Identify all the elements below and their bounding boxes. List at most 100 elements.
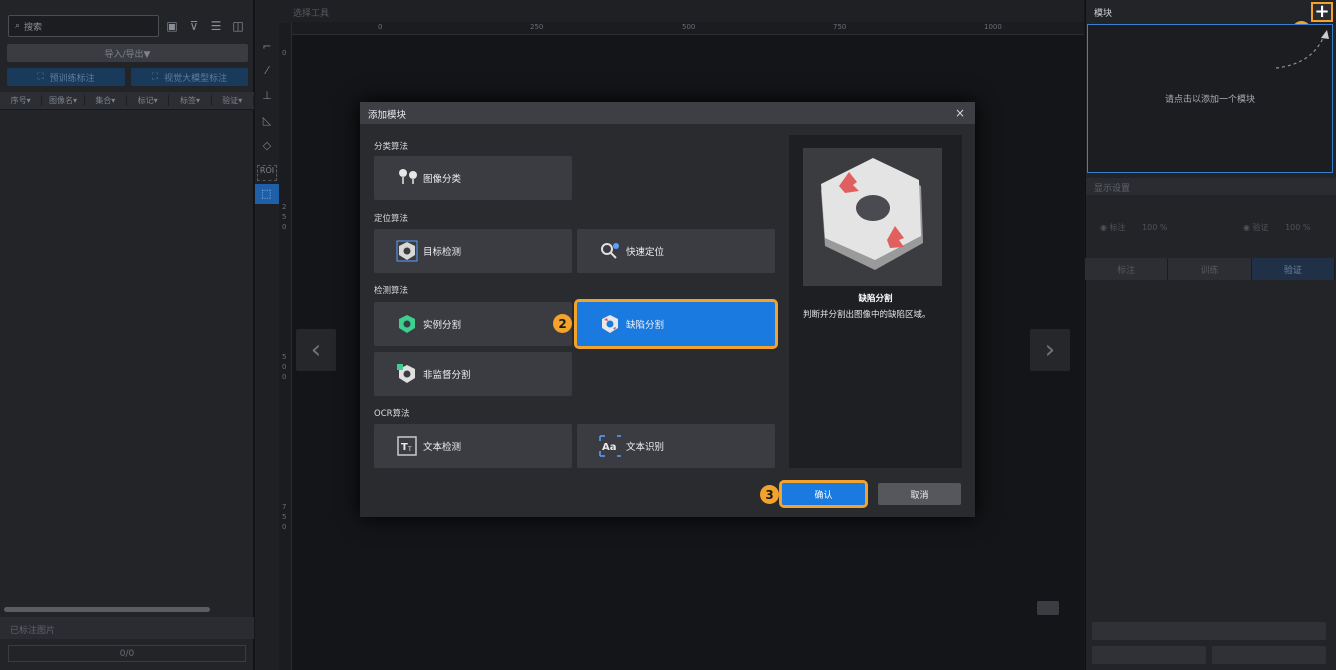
vision-model-label-button[interactable]: ⛶ 视觉大模型标注 [131, 68, 248, 86]
ruler-mark: 250 [530, 23, 544, 31]
ruler-mark: 0 [282, 363, 287, 371]
pretrain-label-text: 预训练标注 [49, 73, 95, 84]
crop-icon[interactable]: ⌐ [258, 40, 276, 56]
dialog-title: 添加模块 [368, 110, 407, 121]
import-export-button[interactable]: 导入/导出▼ [7, 44, 248, 62]
filter-icon[interactable]: ⊽ [186, 18, 202, 34]
keyboard-icon[interactable] [1037, 601, 1059, 615]
vision-model-icon: ⛶ [151, 72, 159, 82]
next-image-button[interactable]: › [1030, 329, 1070, 371]
search-placeholder: 搜索 [24, 22, 43, 33]
tab-verify[interactable]: 验证 [1251, 258, 1335, 280]
tab-label[interactable]: 标注 [1085, 258, 1169, 280]
ruler-mark: 750 [833, 23, 847, 31]
step-marker-3: 3 [760, 485, 779, 504]
eraser-icon[interactable]: ◇ [258, 139, 276, 155]
pretrain-label-button[interactable]: ⛶ 预训练标注 [7, 68, 125, 86]
add-module-button[interactable]: + [1311, 2, 1333, 22]
preview-image [803, 148, 942, 286]
chevron-right-icon: › [1044, 335, 1056, 365]
search-input[interactable]: ⌕ 搜索 [8, 15, 159, 37]
ruler-mark: 5 [282, 353, 287, 361]
module-text-recognition[interactable]: Aa 文本识别 [577, 424, 775, 468]
tab-train[interactable]: 训练 [1168, 258, 1252, 280]
section-inspection: 检测算法 [374, 286, 409, 296]
prev-image-button[interactable]: ‹ [296, 329, 336, 371]
col-set[interactable]: 集合▾ [85, 95, 127, 106]
label-opacity: 100 % [1142, 223, 1168, 232]
settings-button[interactable] [1212, 646, 1326, 664]
select-icon: ⬚ [261, 187, 272, 200]
roi-icon[interactable]: ROI [257, 165, 277, 181]
col-verify[interactable]: 验证▾ [212, 95, 254, 106]
eye-icon: ◉ [1100, 223, 1110, 232]
instance-segmentation-icon [396, 313, 418, 335]
tool-title-bar: 选择工具 [279, 0, 1084, 23]
ruler-mark: 5 [282, 513, 287, 521]
module-label: 目标检测 [423, 247, 462, 258]
magic-wand-icon[interactable]: ⁄ [258, 64, 276, 80]
right-tabs: 标注 训练 验证 [1085, 258, 1335, 280]
vertical-ruler: 0 2 5 0 5 0 0 7 5 0 [279, 23, 292, 670]
step-marker-2: 2 [553, 314, 572, 333]
col-index[interactable]: 序号▾ [0, 95, 43, 106]
ruler-mark: 2 [282, 203, 287, 211]
defect-nut-icon [821, 158, 923, 270]
ruler-mark: 0 [378, 23, 383, 31]
image-count: 0/0 [8, 645, 246, 662]
section-ocr: OCR算法 [374, 409, 410, 419]
preview-title: 缺陷分割 [858, 294, 893, 304]
module-instance-segmentation[interactable]: 实例分割 [374, 302, 572, 346]
module-label: 实例分割 [423, 320, 462, 331]
chevron-left-icon: ‹ [310, 335, 322, 365]
module-label: 缺陷分割 [626, 320, 665, 331]
display-settings-header: 显示设置 [1086, 178, 1336, 195]
cancel-button[interactable]: 取消 [878, 483, 961, 505]
confirm-button[interactable]: 确认 [779, 480, 868, 508]
table-header: 序号▾ 图像名▾ 集合▾ 标记▾ 标签▾ 验证▾ [0, 92, 254, 110]
ruler-mark: 5 [282, 213, 287, 221]
dropzone-hint: 请点击以添加一个模块 [1164, 95, 1255, 105]
text-recognition-icon: Aa [599, 435, 621, 457]
module-defect-segmentation[interactable]: 缺陷分割 [574, 299, 778, 349]
pretrain-icon: ⛶ [37, 72, 44, 82]
ruler-mark: 0 [282, 49, 287, 57]
ruler-mark: 7 [282, 503, 287, 511]
horizontal-scrollbar[interactable] [4, 607, 210, 612]
svg-text:T: T [407, 446, 412, 453]
stamp-icon[interactable]: ⊥ [258, 89, 276, 105]
search-icon: ⌕ [15, 21, 21, 31]
dialog-header: 添加模块 × [360, 102, 975, 124]
module-text-detection[interactable]: TT 文本检测 [374, 424, 572, 468]
module-label: 文本识别 [626, 442, 665, 453]
module-image-classification[interactable]: 图像分类 [374, 156, 572, 200]
select-tool[interactable]: ⬚ [255, 184, 279, 204]
polygon-icon[interactable]: ◺ [258, 114, 276, 130]
module-fast-positioning[interactable]: 快速定位 [577, 229, 775, 273]
module-preview: 缺陷分割 判断并分割出图像中的缺陷区域。 [789, 135, 962, 468]
col-label[interactable]: 标签▾ [169, 95, 212, 106]
col-image-name[interactable]: 图像名▾ [42, 95, 85, 106]
export-button[interactable] [1092, 646, 1206, 664]
train-button[interactable] [1092, 622, 1326, 640]
classification-icon [396, 167, 418, 189]
image-filter-icon[interactable]: ▣ [164, 18, 180, 34]
verify-opacity: 100 % [1285, 223, 1311, 232]
svg-text:T: T [401, 442, 408, 453]
module-unsupervised-segmentation[interactable]: 非监督分割 [374, 352, 572, 396]
svg-text:Aa: Aa [602, 442, 617, 453]
col-mark[interactable]: 标记▾ [127, 95, 170, 106]
ruler-mark: 500 [682, 23, 696, 31]
label-visibility[interactable]: ◉ 标注 100 % [1100, 222, 1168, 233]
module-object-detection[interactable]: 目标检测 [374, 229, 572, 273]
close-icon[interactable]: × [955, 106, 965, 120]
module-label: 文本检测 [423, 442, 462, 453]
verify-visibility-text: 验证 [1252, 223, 1269, 232]
object-detection-icon [396, 240, 418, 262]
unsupervised-segmentation-icon [396, 363, 418, 385]
camera-icon[interactable]: ◫ [230, 18, 246, 34]
text-detection-icon: TT [396, 435, 418, 457]
module-label: 非监督分割 [423, 370, 471, 381]
list-icon[interactable]: ☰ [208, 18, 224, 34]
verify-visibility[interactable]: ◉ 验证 100 % [1243, 222, 1311, 233]
